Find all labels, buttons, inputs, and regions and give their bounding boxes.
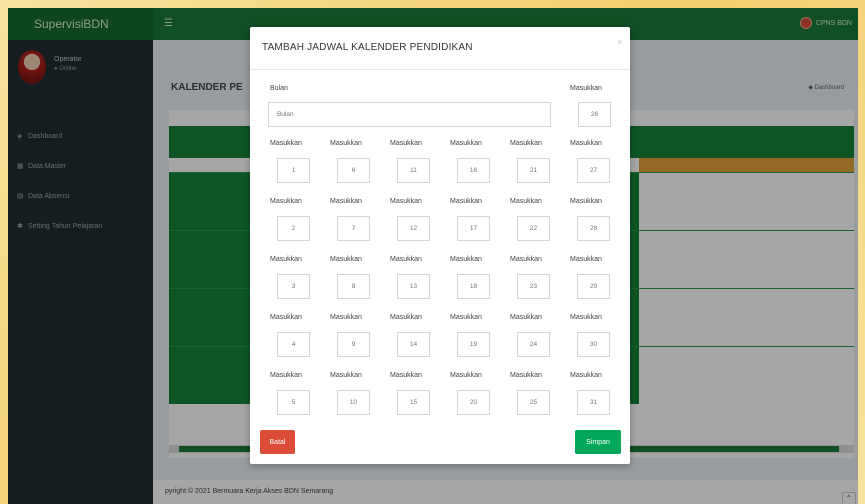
masukkan-label: Masukkan xyxy=(270,314,302,321)
day-input[interactable] xyxy=(397,390,430,415)
day-input[interactable] xyxy=(517,390,550,415)
masukkan-label: Masukkan xyxy=(450,140,482,147)
bulan-input[interactable] xyxy=(268,102,551,127)
day-input[interactable] xyxy=(337,274,370,299)
masukkan-label: Masukkan xyxy=(570,314,602,321)
day-input[interactable] xyxy=(457,158,490,183)
masukkan-label: Masukkan xyxy=(330,198,362,205)
masukkan-label: Masukkan xyxy=(450,372,482,379)
save-button[interactable]: Simpan xyxy=(575,430,621,454)
day-input[interactable] xyxy=(457,332,490,357)
masukkan-label: Masukkan xyxy=(510,256,542,263)
day-input[interactable] xyxy=(457,216,490,241)
masukkan-label: Masukkan xyxy=(510,372,542,379)
divider xyxy=(250,69,630,70)
cancel-button[interactable]: Batal xyxy=(260,430,295,454)
day-input[interactable] xyxy=(337,390,370,415)
day-input[interactable] xyxy=(337,332,370,357)
masukkan-label: Masukkan xyxy=(390,256,422,263)
masukkan-label: Masukkan xyxy=(330,140,362,147)
day-input[interactable] xyxy=(457,274,490,299)
masukkan-label: Masukkan xyxy=(510,314,542,321)
day-input[interactable] xyxy=(337,216,370,241)
day-input[interactable] xyxy=(577,274,610,299)
day-input[interactable] xyxy=(517,158,550,183)
day-input[interactable] xyxy=(277,274,310,299)
day-input[interactable] xyxy=(277,390,310,415)
masukkan-label: Masukkan xyxy=(450,256,482,263)
day-input[interactable] xyxy=(578,102,611,127)
masukkan-label: Masukkan xyxy=(270,198,302,205)
masukkan-label: Masukkan xyxy=(330,256,362,263)
bulan-label: Bulan xyxy=(270,85,288,92)
masukkan-label: Masukkan xyxy=(570,372,602,379)
masukkan-label: Masukkan xyxy=(390,372,422,379)
masukkan-label: Masukkan xyxy=(390,140,422,147)
day-input[interactable] xyxy=(397,332,430,357)
masukkan-label: Masukkan xyxy=(450,314,482,321)
day-input[interactable] xyxy=(517,216,550,241)
masukkan-label: Masukkan xyxy=(570,198,602,205)
day-input[interactable] xyxy=(517,332,550,357)
day-input[interactable] xyxy=(397,158,430,183)
close-icon[interactable]: × xyxy=(617,38,622,47)
masukkan-label: Masukkan xyxy=(570,256,602,263)
masukkan-label: Masukkan xyxy=(270,140,302,147)
masukkan-label: Masukkan xyxy=(570,85,602,92)
day-input[interactable] xyxy=(397,274,430,299)
masukkan-label: Masukkan xyxy=(390,314,422,321)
day-input[interactable] xyxy=(517,274,550,299)
masukkan-label: Masukkan xyxy=(450,198,482,205)
masukkan-label: Masukkan xyxy=(390,198,422,205)
day-input[interactable] xyxy=(277,158,310,183)
masukkan-label: Masukkan xyxy=(330,314,362,321)
day-input[interactable] xyxy=(457,390,490,415)
modal-title: TAMBAH JADWAL KALENDER PENDIDIKAN xyxy=(262,42,473,53)
day-input[interactable] xyxy=(577,390,610,415)
masukkan-label: Masukkan xyxy=(570,140,602,147)
day-input[interactable] xyxy=(337,158,370,183)
day-input[interactable] xyxy=(577,216,610,241)
day-input[interactable] xyxy=(577,332,610,357)
masukkan-label: Masukkan xyxy=(510,198,542,205)
masukkan-label: Masukkan xyxy=(270,372,302,379)
masukkan-label: Masukkan xyxy=(330,372,362,379)
add-schedule-modal: TAMBAH JADWAL KALENDER PENDIDIKAN × Bula… xyxy=(250,27,630,464)
day-input[interactable] xyxy=(397,216,430,241)
day-input[interactable] xyxy=(277,332,310,357)
masukkan-label: Masukkan xyxy=(510,140,542,147)
day-input[interactable] xyxy=(277,216,310,241)
day-input[interactable] xyxy=(577,158,610,183)
masukkan-label: Masukkan xyxy=(270,256,302,263)
